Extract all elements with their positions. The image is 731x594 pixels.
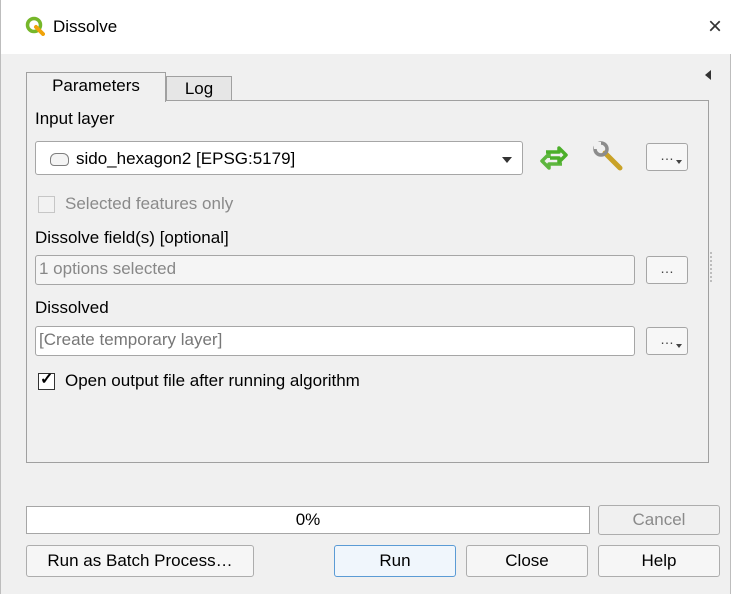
cancel-button[interactable]: Cancel <box>598 505 720 535</box>
tab-parameters[interactable]: Parameters <box>26 72 166 102</box>
selected-only-label: Selected features only <box>65 194 234 213</box>
chevron-down-icon <box>502 157 512 163</box>
dissolve-field-options-button[interactable]: … <box>646 256 688 284</box>
selected-only-checkbox[interactable] <box>38 196 55 213</box>
window-title: Dissolve <box>53 17 118 36</box>
qgis-logo-icon <box>25 16 45 36</box>
input-layer-label: Input layer <box>35 109 115 128</box>
progress-text: 0% <box>295 510 321 529</box>
dissolved-label: Dissolved <box>35 298 109 317</box>
chevron-down-icon <box>676 160 682 164</box>
checkmark-icon: ✓ <box>40 371 54 388</box>
wrench-icon[interactable] <box>591 139 625 173</box>
layer-polygon-icon <box>50 153 69 166</box>
splitter-handle[interactable] <box>710 252 712 284</box>
run-button[interactable]: Run <box>334 545 456 577</box>
tab-log[interactable]: Log <box>166 76 232 101</box>
input-layer-options-button[interactable]: … <box>646 143 688 171</box>
progress-bar: 0% <box>26 506 590 534</box>
dots-label: … <box>660 260 674 276</box>
dissolve-field-input[interactable]: 1 options selected <box>35 255 635 285</box>
dissolved-output-input[interactable]: [Create temporary layer] <box>35 326 635 356</box>
dissolved-output-options-button[interactable]: … <box>646 327 688 355</box>
dissolve-field-label: Dissolve field(s) [optional] <box>35 228 229 247</box>
collapse-arrow-icon[interactable] <box>705 70 711 80</box>
open-output-checkbox[interactable]: ✓ <box>38 371 55 390</box>
dialog-window: Dissolve × Parameters Log Input layer si… <box>0 0 731 594</box>
open-output-label: Open output file after running algorithm <box>65 371 360 390</box>
run-batch-button[interactable]: Run as Batch Process… <box>26 545 254 577</box>
dots-label: … <box>660 147 674 163</box>
title-bar: Dissolve × <box>1 0 731 54</box>
iterate-icon[interactable] <box>537 141 571 175</box>
input-layer-value: sido_hexagon2 [EPSG:5179] <box>76 149 296 168</box>
chevron-down-icon <box>676 344 682 348</box>
dots-label: … <box>660 331 674 347</box>
input-layer-combo[interactable]: sido_hexagon2 [EPSG:5179] <box>35 141 523 175</box>
close-button[interactable]: Close <box>466 545 588 577</box>
help-button[interactable]: Help <box>598 545 720 577</box>
close-icon[interactable]: × <box>701 12 729 42</box>
